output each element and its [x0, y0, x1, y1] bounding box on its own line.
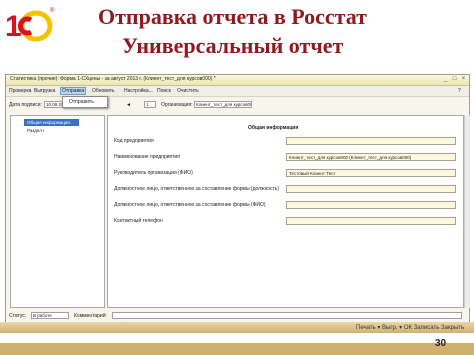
- tree-item-section-1[interactable]: Раздел I: [27, 128, 44, 133]
- bottom-buttons[interactable]: Печать ▾ Выгр. ▾ ОК Записать Закрыть: [356, 324, 464, 331]
- comment-label: Комментарий:: [74, 313, 107, 319]
- period-arrow-icon[interactable]: ◄: [126, 102, 131, 108]
- company-code-input[interactable]: [286, 137, 456, 145]
- form-row-label: Наименование предприятия: [114, 154, 180, 160]
- organization-input[interactable]: Клиент_тест_для курсов000: [194, 101, 252, 108]
- window-title: Статистика (прочие): Форма 1-СХцены - за…: [10, 76, 216, 82]
- send-dropdown-menu: Отправить: [62, 96, 108, 108]
- comment-input[interactable]: [112, 312, 462, 319]
- slide-title-line2: Универсальный отчет: [122, 33, 344, 58]
- phone-input[interactable]: [286, 217, 456, 225]
- director-name-input[interactable]: Тестовый Клиент Тест: [286, 169, 456, 177]
- status-label: Статус:: [9, 313, 27, 319]
- export-button[interactable]: Выгрузка: [34, 88, 55, 94]
- 1c-logo: 1: [5, 10, 53, 43]
- form-row-label: Должностное лицо, ответственное за соста…: [114, 186, 280, 192]
- help-icon[interactable]: ?: [458, 88, 461, 94]
- clear-button[interactable]: Очистить: [177, 88, 199, 94]
- section-tree: Общая информация Раздел I: [10, 115, 105, 308]
- window-titlebar: Статистика (прочие): Форма 1-СХцены - за…: [6, 75, 469, 86]
- slide-title-line1: Отправка отчета в Росстат: [98, 4, 367, 29]
- form-row-label: Руководитель организации (ФИО): [114, 170, 193, 176]
- page-number: 30: [435, 338, 447, 349]
- form-row-label: Должностное лицо, ответственное за соста…: [114, 202, 266, 208]
- vertical-scrollbar[interactable]: [464, 115, 470, 308]
- company-name-input[interactable]: Клиент_тест_для курсов000 (Клиент_тест_д…: [286, 153, 456, 161]
- maximize-button[interactable]: □: [451, 76, 458, 83]
- logo-trademark: ®: [50, 8, 55, 14]
- menu-item-send[interactable]: Отправить: [69, 99, 94, 105]
- minimize-button[interactable]: _: [442, 76, 449, 83]
- responsible-position-input[interactable]: [286, 185, 456, 193]
- close-button[interactable]: ×: [460, 76, 467, 83]
- status-field[interactable]: В работе: [31, 312, 69, 319]
- tree-item-general-info[interactable]: Общая информация: [27, 120, 70, 125]
- responsible-name-input[interactable]: [286, 201, 456, 209]
- settings-button[interactable]: Настройка...: [124, 88, 153, 94]
- date-label: Дата подписи:: [9, 102, 42, 108]
- search-button[interactable]: Поиск: [157, 88, 171, 94]
- check-button[interactable]: Проверка: [9, 88, 31, 94]
- send-menu-button[interactable]: Отправка: [60, 87, 87, 95]
- form-row-label: Код предприятия: [114, 138, 154, 144]
- page-input[interactable]: 1: [144, 101, 156, 108]
- organization-label: Организация:: [161, 102, 193, 108]
- footer-bar: [0, 343, 474, 355]
- refresh-button[interactable]: Обновить: [92, 88, 115, 94]
- status-bar: Статус: В работе Комментарий:: [6, 310, 469, 322]
- report-window: Статистика (прочие): Форма 1-СХцены - за…: [5, 74, 470, 324]
- form-row-label: Контактный телефон: [114, 218, 163, 224]
- report-form: Общая информация Код предприятия Наимено…: [107, 115, 464, 308]
- section-title: Общая информация: [248, 125, 299, 131]
